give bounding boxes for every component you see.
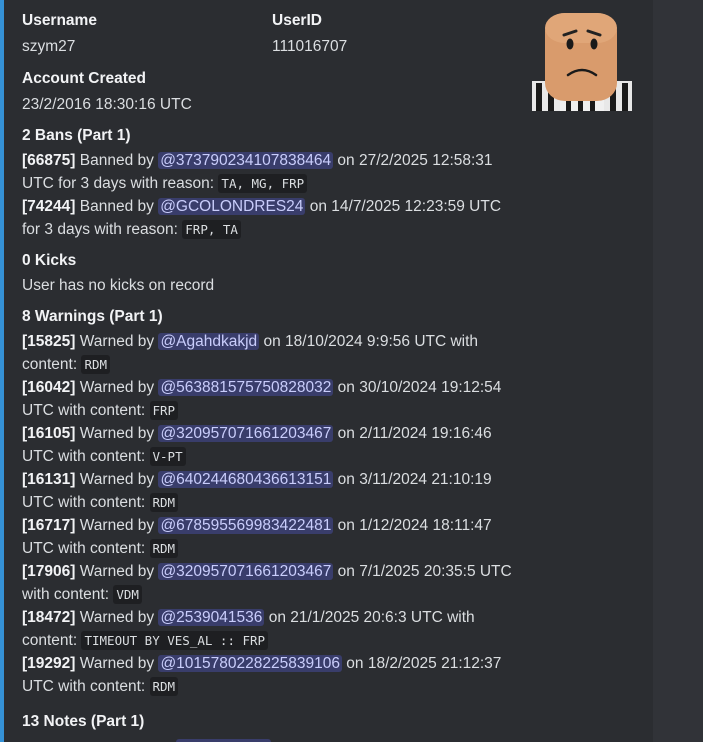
ban-reason-code: FRP, TA [182,220,241,239]
embed-content: Username szym27 UserID 111016707 Account… [22,11,642,735]
ban-id: [74244] [22,198,76,215]
moderator-mention[interactable]: @2539041536 [158,609,265,626]
warning-verb: Warned by [79,379,155,396]
moderator-mention[interactable]: @373790234107838464 [158,152,334,169]
warning-id: [16042] [22,379,76,396]
ban-id: [66875] [22,152,76,169]
warning-id: [18472] [22,609,76,626]
kicks-title: 0 Kicks [22,252,77,269]
warning-content-code: RDM [149,677,179,696]
warning-entry: [19292] Warned by @1015780228225839106 o… [22,652,517,698]
embed-accent-bar [0,0,4,742]
moderator-mention[interactable]: @640244680436613151 [158,471,334,488]
moderator-mention[interactable]: @1015780228225839106 [158,655,342,672]
warning-verb: Warned by [79,333,155,350]
ban-reason-code: TA, MG, FRP [218,174,308,193]
userid-value: 111016707 [272,38,348,55]
avatar-thumbnail[interactable] [532,11,632,111]
notes-title: 13 Notes (Part 1) [22,713,145,730]
warning-content-code: RDM [149,493,179,512]
warning-content-code: TIMEOUT BY VES_AL :: FRP [81,631,269,650]
warning-verb: Warned by [79,471,155,488]
ban-entry: [66875] Banned by @373790234107838464 on… [22,149,517,195]
warning-content-code: VDM [113,585,142,604]
warning-id: [15825] [22,333,76,350]
warning-verb: Warned by [79,425,155,442]
kicks-section: 0 Kicks User has no kicks on record [22,251,642,297]
moderator-mention[interactable]: @678595569983422481 [158,517,334,534]
warning-content-code: V-PT [149,447,186,466]
ban-verb: Banned by [79,198,154,215]
bans-title: 2 Bans (Part 1) [22,127,131,144]
moderator-mention[interactable]: @GCOLONDRES24 [158,198,306,215]
ban-entry: [74244] Banned by @GCOLONDRES24 on 14/7/… [22,195,517,241]
warning-id: [19292] [22,655,76,672]
warning-entry: [16105] Warned by @320957071661203467 on… [22,422,517,468]
warning-id: [16105] [22,425,76,442]
ban-verb: Banned by [79,152,154,169]
warning-content-code: RDM [81,355,111,374]
warning-content-code: FRP [149,401,179,420]
moderator-mention[interactable]: @320957071661203467 [158,563,334,580]
warning-id: [16717] [22,517,76,534]
warning-content-code: RDM [149,539,179,558]
warning-verb: Warned by [79,563,155,580]
field-userid: UserID 111016707 [272,11,347,58]
roblox-avatar-icon [532,13,632,111]
warnings-title: 8 Warnings (Part 1) [22,308,163,325]
warning-entry: [16717] Warned by @678595569983422481 on… [22,514,517,560]
warning-entry: [18472] Warned by @2539041536 on 21/1/20… [22,606,517,652]
userid-label: UserID [272,12,322,29]
warning-id: [16131] [22,471,76,488]
warning-verb: Warned by [79,609,155,626]
warning-entry: [17906] Warned by @320957071661203467 on… [22,560,517,606]
moderator-mention[interactable]: @563881575750828032 [158,379,334,396]
warning-entry: [16131] Warned by @640244680436613151 on… [22,468,517,514]
moderation-embed: Username szym27 UserID 111016707 Account… [0,0,653,742]
kicks-text: User has no kicks on record [22,277,215,294]
warning-verb: Warned by [79,655,155,672]
warning-id: [17906] [22,563,76,580]
warning-verb: Warned by [79,517,155,534]
warning-entry: [16042] Warned by @563881575750828032 on… [22,376,517,422]
warning-entry: [15825] Warned by @Agahdkakjd on 18/10/2… [22,330,517,376]
warnings-section: 8 Warnings (Part 1) [15825] Warned by @A… [22,307,642,698]
moderator-mention[interactable]: @320957071661203467 [158,425,334,442]
moderator-mention[interactable]: @Agahdkakjd [158,333,260,350]
bans-section: 2 Bans (Part 1) [66875] Banned by @37379… [22,126,642,241]
notes-section: 13 Notes (Part 1) [22,712,642,732]
